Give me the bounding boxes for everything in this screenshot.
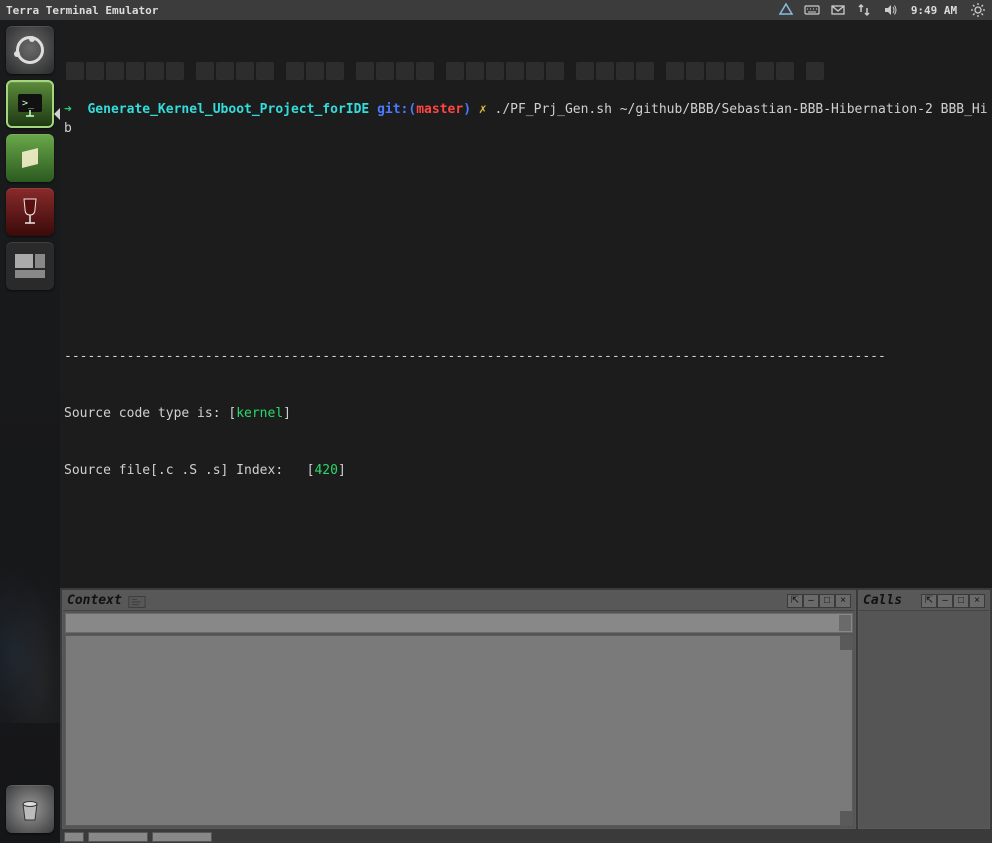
calls-panel-body[interactable]: [859, 611, 989, 828]
window-title: Terra Terminal Emulator: [6, 4, 158, 17]
blank-line-1: [64, 176, 988, 195]
git-label: git:: [377, 102, 408, 117]
calls-panel-title: Calls: [863, 593, 902, 608]
work-area: ➜ Generate_Kernel_Uboot_Project_forIDE g…: [60, 20, 992, 843]
status-segment: [64, 832, 84, 842]
volume-icon[interactable]: [882, 2, 898, 18]
mail-icon[interactable]: [830, 2, 846, 18]
context-close-button[interactable]: ×: [835, 594, 851, 608]
calls-panel-controls: ⇱ – □ ×: [921, 594, 985, 608]
launcher-wine[interactable]: [6, 188, 54, 236]
calls-pin-button[interactable]: ⇱: [921, 594, 937, 608]
launcher-dash[interactable]: [6, 26, 54, 74]
context-panel-title: Context: [67, 593, 122, 608]
calls-minimize-button[interactable]: –: [937, 594, 953, 608]
git-dirty-icon: ✗: [479, 102, 487, 117]
context-grid[interactable]: [65, 635, 853, 826]
separator-line: ----------------------------------------…: [64, 347, 988, 366]
bottom-panels: Context ⇱ – □ × Calls ⇱: [60, 588, 992, 831]
context-minimize-button[interactable]: –: [803, 594, 819, 608]
svg-text:>_: >_: [22, 98, 35, 109]
prompt-line: ➜ Generate_Kernel_Uboot_Project_forIDE g…: [64, 100, 988, 138]
context-panel: Context ⇱ – □ ×: [62, 590, 856, 829]
launcher-dock: >_: [0, 20, 60, 843]
launcher-workspace[interactable]: [6, 242, 54, 290]
context-maximize-button[interactable]: □: [819, 594, 835, 608]
gear-icon[interactable]: [970, 2, 986, 18]
top-menubar: Terra Terminal Emulator 9:49 AM: [0, 0, 992, 20]
output-line-1: Source code type is: [kernel]: [64, 404, 988, 423]
calls-panel-header: Calls ⇱ – □ ×: [859, 591, 989, 611]
launcher-sublime[interactable]: [6, 134, 54, 182]
output-line-2: Source file[.c .S .s] Index: [420]: [64, 461, 988, 480]
prompt-arrow: ➜: [64, 102, 72, 117]
launcher-terminal[interactable]: >_: [6, 80, 54, 128]
context-panel-controls: ⇱ – □ ×: [787, 594, 851, 608]
source-type-value: kernel: [236, 406, 283, 421]
git-close-paren: ): [463, 102, 471, 117]
blank-line-2: [64, 233, 988, 252]
terminal-output[interactable]: ➜ Generate_Kernel_Uboot_Project_forIDE g…: [60, 20, 992, 588]
clock[interactable]: 9:49 AM: [908, 4, 960, 17]
status-bar: [60, 831, 992, 843]
context-pin-button[interactable]: ⇱: [787, 594, 803, 608]
context-panel-header: Context ⇱ – □ ×: [63, 591, 855, 611]
prompt-cwd: Generate_Kernel_Uboot_Project_forIDE: [87, 102, 369, 117]
updown-icon[interactable]: [856, 2, 872, 18]
calls-maximize-button[interactable]: □: [953, 594, 969, 608]
launcher-trash[interactable]: [6, 785, 54, 833]
context-header-icon: [128, 594, 146, 608]
context-panel-body: [63, 611, 855, 828]
background-toolbar: [60, 62, 992, 84]
status-segment: [88, 832, 148, 842]
calls-close-button[interactable]: ×: [969, 594, 985, 608]
git-branch: master: [416, 102, 463, 117]
gutter-marker-icon: [54, 108, 60, 120]
keyboard-icon[interactable]: [804, 2, 820, 18]
context-search-input[interactable]: [65, 613, 853, 633]
status-segment: [152, 832, 212, 842]
network-icon[interactable]: [778, 2, 794, 18]
calls-panel: Calls ⇱ – □ ×: [858, 590, 990, 829]
system-tray: 9:49 AM: [778, 2, 986, 18]
index-count-value: 420: [314, 463, 337, 478]
blank-line-3: [64, 290, 988, 309]
